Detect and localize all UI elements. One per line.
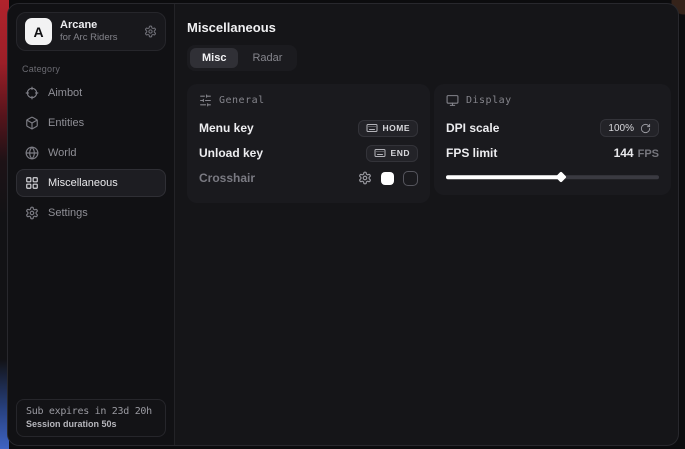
app-window: A Arcane for Arc Riders Category Aimbot [7,3,679,446]
globe-icon [25,146,39,160]
menu-key-binding[interactable]: HOME [358,120,419,137]
brand-subtitle: for Arc Riders [60,32,136,44]
sidebar-item-label: Settings [48,207,88,219]
screen: A Arcane for Arc Riders Category Aimbot [0,0,685,449]
subscription-card: Sub expires in 23d 20h Session duration … [16,399,166,437]
dpi-scale-select[interactable]: 100% [600,119,659,137]
sidebar-item-entities[interactable]: Entities [16,109,166,137]
sidebar-item-label: Aimbot [48,87,82,99]
keyboard-icon [366,122,378,134]
fps-limit-row: FPS limit 144 FPS [446,141,659,165]
keyboard-icon [374,147,386,159]
session-duration-text: Session duration 50s [26,419,156,429]
display-panel-title: Display [466,95,512,106]
menu-key-row: Menu key HOME [199,116,418,140]
menu-key-value: HOME [383,123,411,133]
rotate-icon [640,123,651,134]
tab-misc[interactable]: Misc [190,48,238,68]
sidebar-item-settings[interactable]: Settings [16,199,166,227]
sidebar-item-label: Entities [48,117,84,129]
dpi-scale-value: 100% [608,123,634,134]
page-title: Miscellaneous [187,20,671,35]
app-logo-letter: A [33,24,43,40]
main-content: Miscellaneous Misc Radar General Menu ke… [175,4,679,445]
monitor-icon [446,94,459,107]
menu-key-label: Menu key [199,121,254,135]
sidebar-item-miscellaneous[interactable]: Miscellaneous [16,169,166,197]
crosshair-checkbox[interactable] [403,171,418,186]
panels: General Menu key HOME Unload key [187,84,671,203]
general-panel-title: General [219,95,265,106]
sliders-icon [199,94,212,107]
display-panel: Display DPI scale 100% FPS limit [434,84,671,195]
sidebar-item-label: World [48,147,77,159]
brand-text: Arcane for Arc Riders [60,19,136,45]
fps-slider-thumb[interactable] [555,171,566,182]
brand-settings-icon[interactable] [144,25,157,38]
fps-slider-fill [446,175,561,179]
crosshair-color-swatch[interactable] [381,172,394,185]
unload-key-value: END [391,148,410,158]
sub-expiry-text: Sub expires in 23d 20h [26,406,156,417]
fps-limit-label: FPS limit [446,146,497,160]
cube-icon [25,116,39,130]
tab-radar[interactable]: Radar [240,48,294,68]
app-logo: A [25,18,52,45]
unload-key-label: Unload key [199,146,263,160]
display-panel-header: Display [446,94,659,107]
crosshair-settings-icon[interactable] [358,171,372,185]
category-label: Category [22,64,160,74]
tab-bar: Misc Radar [187,45,297,71]
crosshair-row: Crosshair [199,166,418,190]
unload-key-binding[interactable]: END [366,145,418,162]
sidebar-item-world[interactable]: World [16,139,166,167]
sidebar: A Arcane for Arc Riders Category Aimbot [8,4,175,445]
fps-slider[interactable] [446,171,659,183]
general-panel-header: General [199,94,418,107]
dpi-scale-row: DPI scale 100% [446,116,659,140]
crosshair-icon [25,86,39,100]
crosshair-controls [358,171,418,186]
sidebar-item-label: Miscellaneous [48,177,118,189]
brand-card: A Arcane for Arc Riders [16,12,166,51]
brand-title: Arcane [60,19,136,33]
fps-unit: FPS [638,148,659,160]
unload-key-row: Unload key END [199,141,418,165]
grid-icon [25,176,39,190]
fps-value: 144 FPS [614,146,659,160]
sidebar-nav: Aimbot Entities World [16,79,166,227]
general-panel: General Menu key HOME Unload key [187,84,430,203]
dpi-scale-label: DPI scale [446,121,499,135]
sidebar-item-aimbot[interactable]: Aimbot [16,79,166,107]
crosshair-label: Crosshair [199,171,255,185]
gear-icon [25,206,39,220]
fps-number: 144 [614,146,634,160]
